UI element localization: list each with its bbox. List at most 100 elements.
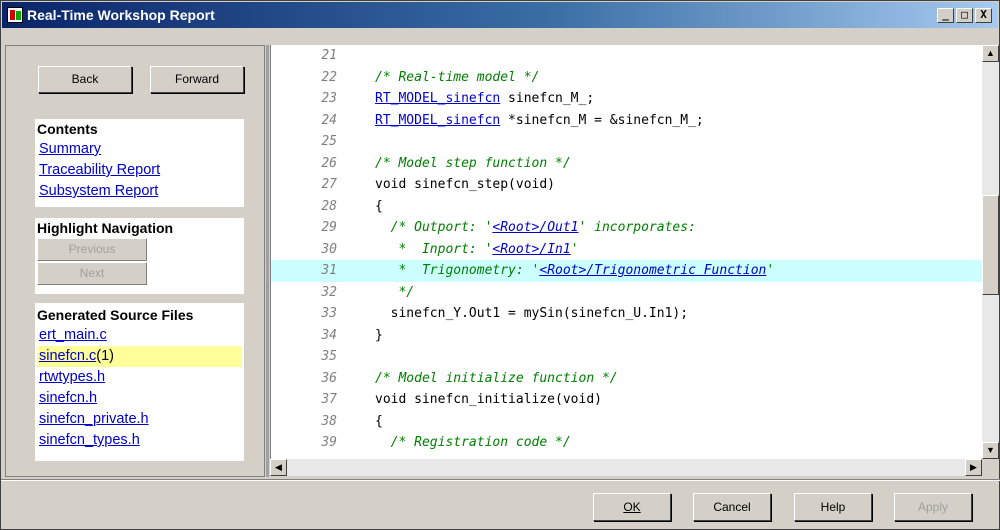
file-item: sinefcn.h [37,388,242,409]
cancel-button[interactable]: Cancel [693,493,771,521]
vertical-scroll-thumb[interactable] [982,195,999,295]
line-number: 34 [321,327,337,343]
close-button[interactable]: X [975,7,992,23]
maximize-button[interactable]: □ [956,7,973,23]
code-token: /* Outport: ' [375,220,493,235]
file-link-sinefcn-c[interactable]: sinefcn.c [37,346,96,367]
code-hyperlink[interactable]: RT_MODEL_sinefcn [375,113,500,128]
file-link-sinefcn-types-h[interactable]: sinefcn_types.h [37,430,140,451]
code-line: 25 [271,131,982,153]
scroll-left-icon[interactable]: ◀ [270,459,287,476]
line-number: 39 [321,435,337,450]
scroll-right-icon[interactable]: ▶ [965,459,982,476]
code-text: /* Outport: '<Root>/Out1' incorporates: [375,217,696,239]
file-item: ert_main.c [37,325,242,346]
code-line: 35 [271,346,982,368]
code-token: */ [375,284,415,300]
title-bar[interactable]: Real-Time Workshop Report _ □ X [2,2,998,28]
line-number: 22 [321,69,337,85]
file-link-sinefcn-h[interactable]: sinefcn.h [37,388,97,409]
line-number: 37 [321,392,337,407]
scroll-down-icon[interactable]: ▼ [982,442,999,459]
code-text: { [375,411,383,433]
code-text: * Inport: '<Root>/In1' [375,239,579,261]
window-title: Real-Time Workshop Report [27,7,215,23]
line-number: 32 [321,284,337,300]
help-button[interactable]: Help [794,493,872,521]
code-line: 39 /* Registration code */ [271,432,982,454]
help-label: Help [820,500,846,514]
code-line: 26 /* Model step function */ [271,153,982,175]
next-button[interactable]: Next [37,262,147,285]
pane-splitter[interactable] [266,45,269,477]
code-token: *sinefcn_M = &sinefcn_M_; [500,112,704,128]
back-button[interactable]: Back [38,66,132,93]
scroll-up-icon[interactable]: ▲ [982,45,999,62]
forward-button[interactable]: Forward [150,66,244,93]
code-line: 28 { [271,196,982,218]
source-files-heading: Generated Source Files [37,307,194,323]
highlight-count: (1) [96,348,114,364]
vertical-scrollbar[interactable]: ▲ ▼ [982,45,999,459]
code-token: * Trigonometry: ' [375,263,540,278]
code-line: 29 /* Outport: '<Root>/Out1' incorporate… [271,217,982,239]
code-view[interactable]: 21 22 /* Real-time model */ 23 RT_MODEL_sine… [270,45,982,459]
code-hyperlink[interactable]: RT_MODEL_sinefcn [375,91,500,106]
report-window: Real-Time Workshop Report _ □ X Back For… [0,0,1000,530]
line-number: 25 [321,134,337,149]
line-number: 33 [321,306,337,321]
highlight-navigation-heading: Highlight Navigation [37,220,174,236]
contents-heading: Contents [37,121,98,137]
generated-source-files-section: Generated Source Files ert_main.c sinefc… [35,303,244,461]
code-token: /* Registration code */ [375,435,571,450]
code-text: */ [375,282,414,304]
code-token: * Inport: ' [375,241,493,257]
highlight-navigation-section: Highlight Navigation Previous Next [35,218,244,294]
code-text: sinefcn_Y.Out1 = mySin(sinefcn_U.In1); [375,303,688,325]
code-token: /* Model step function */ [375,155,571,171]
code-hyperlink[interactable]: <Root>/Trigonometric Function [539,263,766,278]
code-token: ' [570,241,579,257]
line-number: 28 [321,198,337,214]
contents-section: Contents Summary Traceability Report Sub… [35,119,244,207]
code-line-highlighted: 31 * Trigonometry: '<Root>/Trigonometric… [271,260,982,282]
previous-button[interactable]: Previous [37,238,147,261]
file-link-rtwtypes-h[interactable]: rtwtypes.h [37,367,105,388]
file-item-selected: sinefcn.c (1) [37,346,242,367]
code-hyperlink[interactable]: <Root>/Out1 [492,220,578,235]
line-number: 38 [321,413,337,429]
code-token: ' incorporates: [578,220,696,235]
code-text: RT_MODEL_sinefcn sinefcn_M_; [375,88,594,110]
horizontal-scrollbar[interactable]: ◀ ▶ [270,459,982,476]
ok-button[interactable]: OK [593,493,671,521]
apply-label: Apply [917,500,949,514]
code-line: 24 RT_MODEL_sinefcn *sinefcn_M = &sinefcn… [271,110,982,132]
simulink-app-icon [7,7,23,23]
ok-label: OK [623,500,641,514]
code-line: 30 * Inport: '<Root>/In1' [271,239,982,261]
line-number: 29 [321,220,337,235]
code-text: /* Registration code */ [375,432,571,454]
summary-link[interactable]: Summary [37,139,242,160]
apply-button[interactable]: Apply [894,493,972,521]
code-text: } [375,325,383,347]
code-token: /* Real-time model */ [375,69,540,85]
minimize-button[interactable]: _ [937,7,954,23]
code-text: /* Model step function */ [375,153,571,175]
code-hyperlink[interactable]: <Root>/In1 [492,242,570,257]
file-link-ert-main-c[interactable]: ert_main.c [37,325,107,346]
subsystem-report-link[interactable]: Subsystem Report [37,181,242,202]
file-item: rtwtypes.h [37,367,242,388]
file-link-sinefcn-private-h[interactable]: sinefcn_private.h [37,409,149,430]
code-text: RT_MODEL_sinefcn *sinefcn_M = &sinefcn_M… [375,110,704,132]
code-text: /* Model initialize function */ [375,368,618,390]
traceability-report-link[interactable]: Traceability Report [37,160,242,181]
code-token: { [375,198,383,214]
code-line: 22 /* Real-time model */ [271,67,982,89]
line-number: 23 [321,91,337,106]
code-token: { [375,413,383,429]
code-line: 34} [271,325,982,347]
line-number: 27 [321,177,337,192]
code-text: { [375,196,383,218]
line-number: 30 [321,241,337,257]
